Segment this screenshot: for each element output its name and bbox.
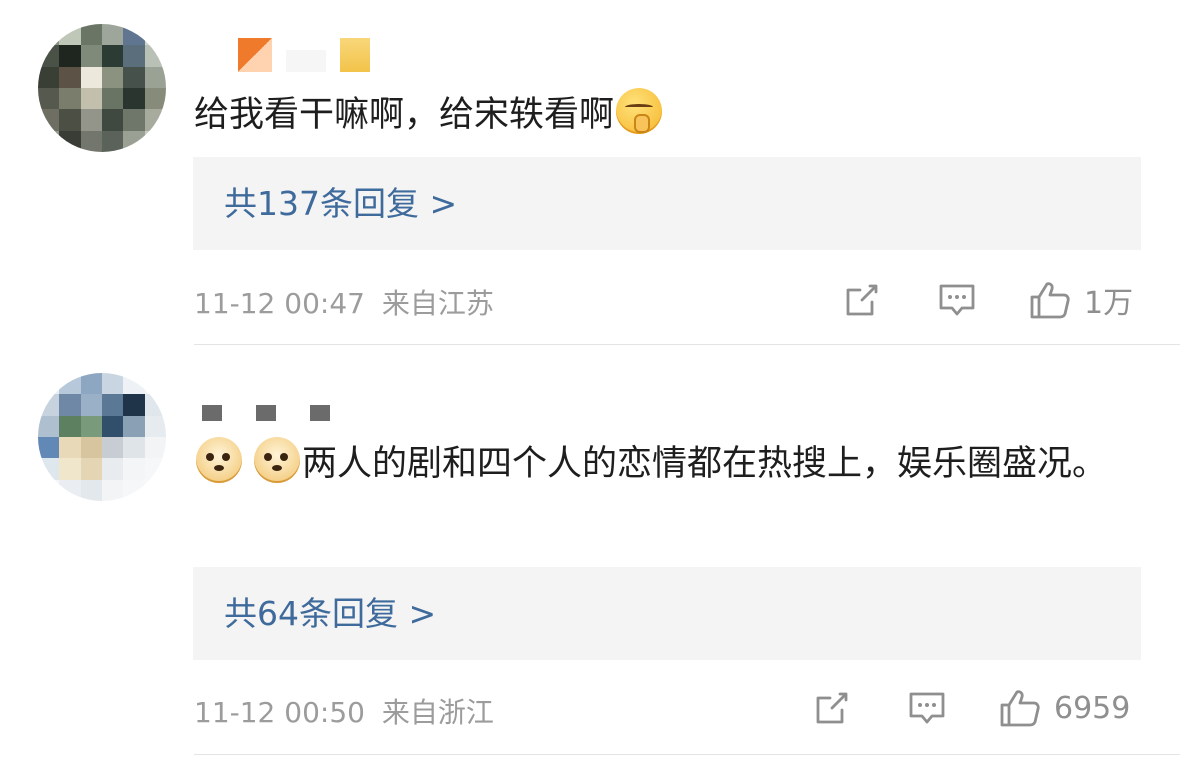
like-count: 6959 xyxy=(1054,690,1131,726)
doge-emoji xyxy=(254,437,300,483)
comment-item: 两人的剧和四个人的恋情都在热搜上，娱乐圈盛况。 共64条回复 > 11-12 0… xyxy=(0,345,1180,783)
timestamp: 11-12 00:47 xyxy=(194,287,365,320)
comment-actions: 6959 xyxy=(812,687,1130,729)
comment-item: 给我看干嘛啊，给宋轶看啊 共137条回复 > 11-12 00:47 来自江苏 … xyxy=(0,0,1180,345)
comment-button[interactable] xyxy=(906,688,948,728)
share-icon xyxy=(846,284,878,316)
shush-face-emoji xyxy=(616,88,663,134)
location: 来自浙江 xyxy=(381,696,494,729)
username-pixelated[interactable] xyxy=(202,405,330,421)
thumbs-up-icon xyxy=(1000,690,1040,727)
timestamp: 11-12 00:50 xyxy=(194,696,365,729)
avatar[interactable] xyxy=(38,373,166,501)
comment-button[interactable] xyxy=(936,280,978,320)
doge-emoji xyxy=(196,437,242,483)
like-button[interactable]: 1万 xyxy=(1028,278,1133,322)
comment-meta: 11-12 00:47 来自江苏 xyxy=(194,282,494,322)
share-icon xyxy=(816,692,848,724)
thumbs-up-icon xyxy=(1030,282,1070,319)
replies-count-label: 共137条回复 > xyxy=(224,184,458,223)
share-button[interactable] xyxy=(812,688,852,728)
comment-text-content: 两人的剧和四个人的恋情都在热搜上，娱乐圈盛况。 xyxy=(302,444,1108,484)
like-button[interactable]: 6959 xyxy=(998,687,1130,729)
view-replies-button[interactable]: 共64条回复 > xyxy=(193,567,1141,660)
username-pixelated[interactable] xyxy=(238,38,370,72)
share-button[interactable] xyxy=(842,280,882,320)
comment-actions: 1万 xyxy=(842,278,1133,322)
comment-meta: 11-12 00:50 来自浙江 xyxy=(194,691,494,731)
location: 来自江苏 xyxy=(381,287,494,320)
divider xyxy=(194,754,1180,755)
comment-text: 两人的剧和四个人的恋情都在热搜上，娱乐圈盛况。 xyxy=(194,433,1124,495)
comment-text-content: 给我看干嘛啊，给宋轶看啊 xyxy=(194,95,615,135)
comment-text: 给我看干嘛啊，给宋轶看啊 xyxy=(194,84,1124,146)
like-count: 1万 xyxy=(1084,286,1134,321)
comment-icon xyxy=(909,692,945,724)
comment-icon xyxy=(939,284,975,316)
view-replies-button[interactable]: 共137条回复 > xyxy=(193,157,1141,250)
replies-count-label: 共64条回复 > xyxy=(224,594,437,633)
avatar[interactable] xyxy=(38,24,166,152)
